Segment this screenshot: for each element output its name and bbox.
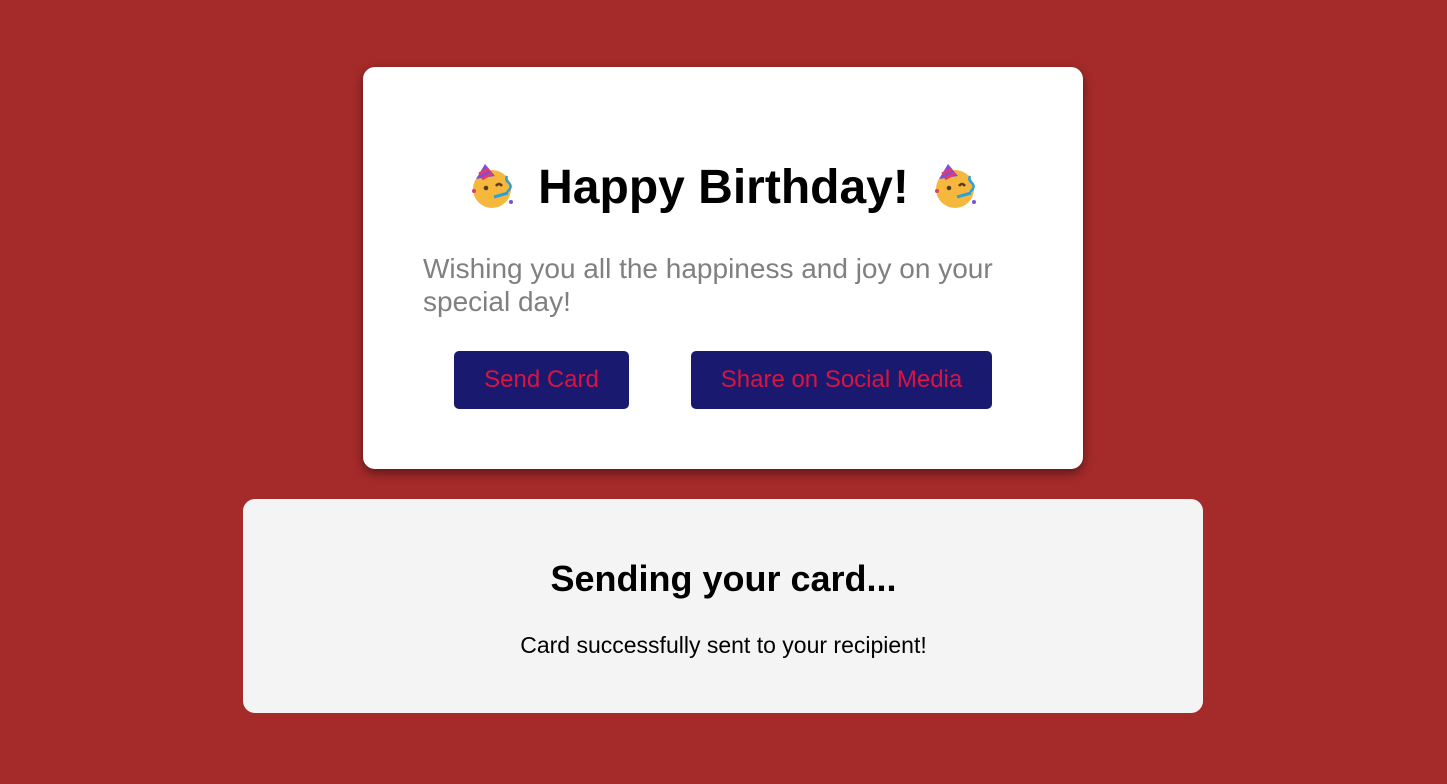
status-title: Sending your card... [550, 558, 897, 599]
status-message: Card successfully sent to your recipient… [520, 632, 927, 658]
card-title-row: Happy Birthday! [0, 160, 1447, 216]
party-face-icon [472, 164, 514, 208]
share-social-media-button[interactable]: Share on Social Media [691, 351, 992, 409]
card-title: Happy Birthday! [538, 161, 909, 214]
status-panel [243, 499, 1203, 713]
send-card-button[interactable]: Send Card [454, 351, 629, 409]
party-face-icon [934, 164, 976, 208]
card-subtitle: Wishing you all the happiness and joy on… [423, 253, 993, 317]
